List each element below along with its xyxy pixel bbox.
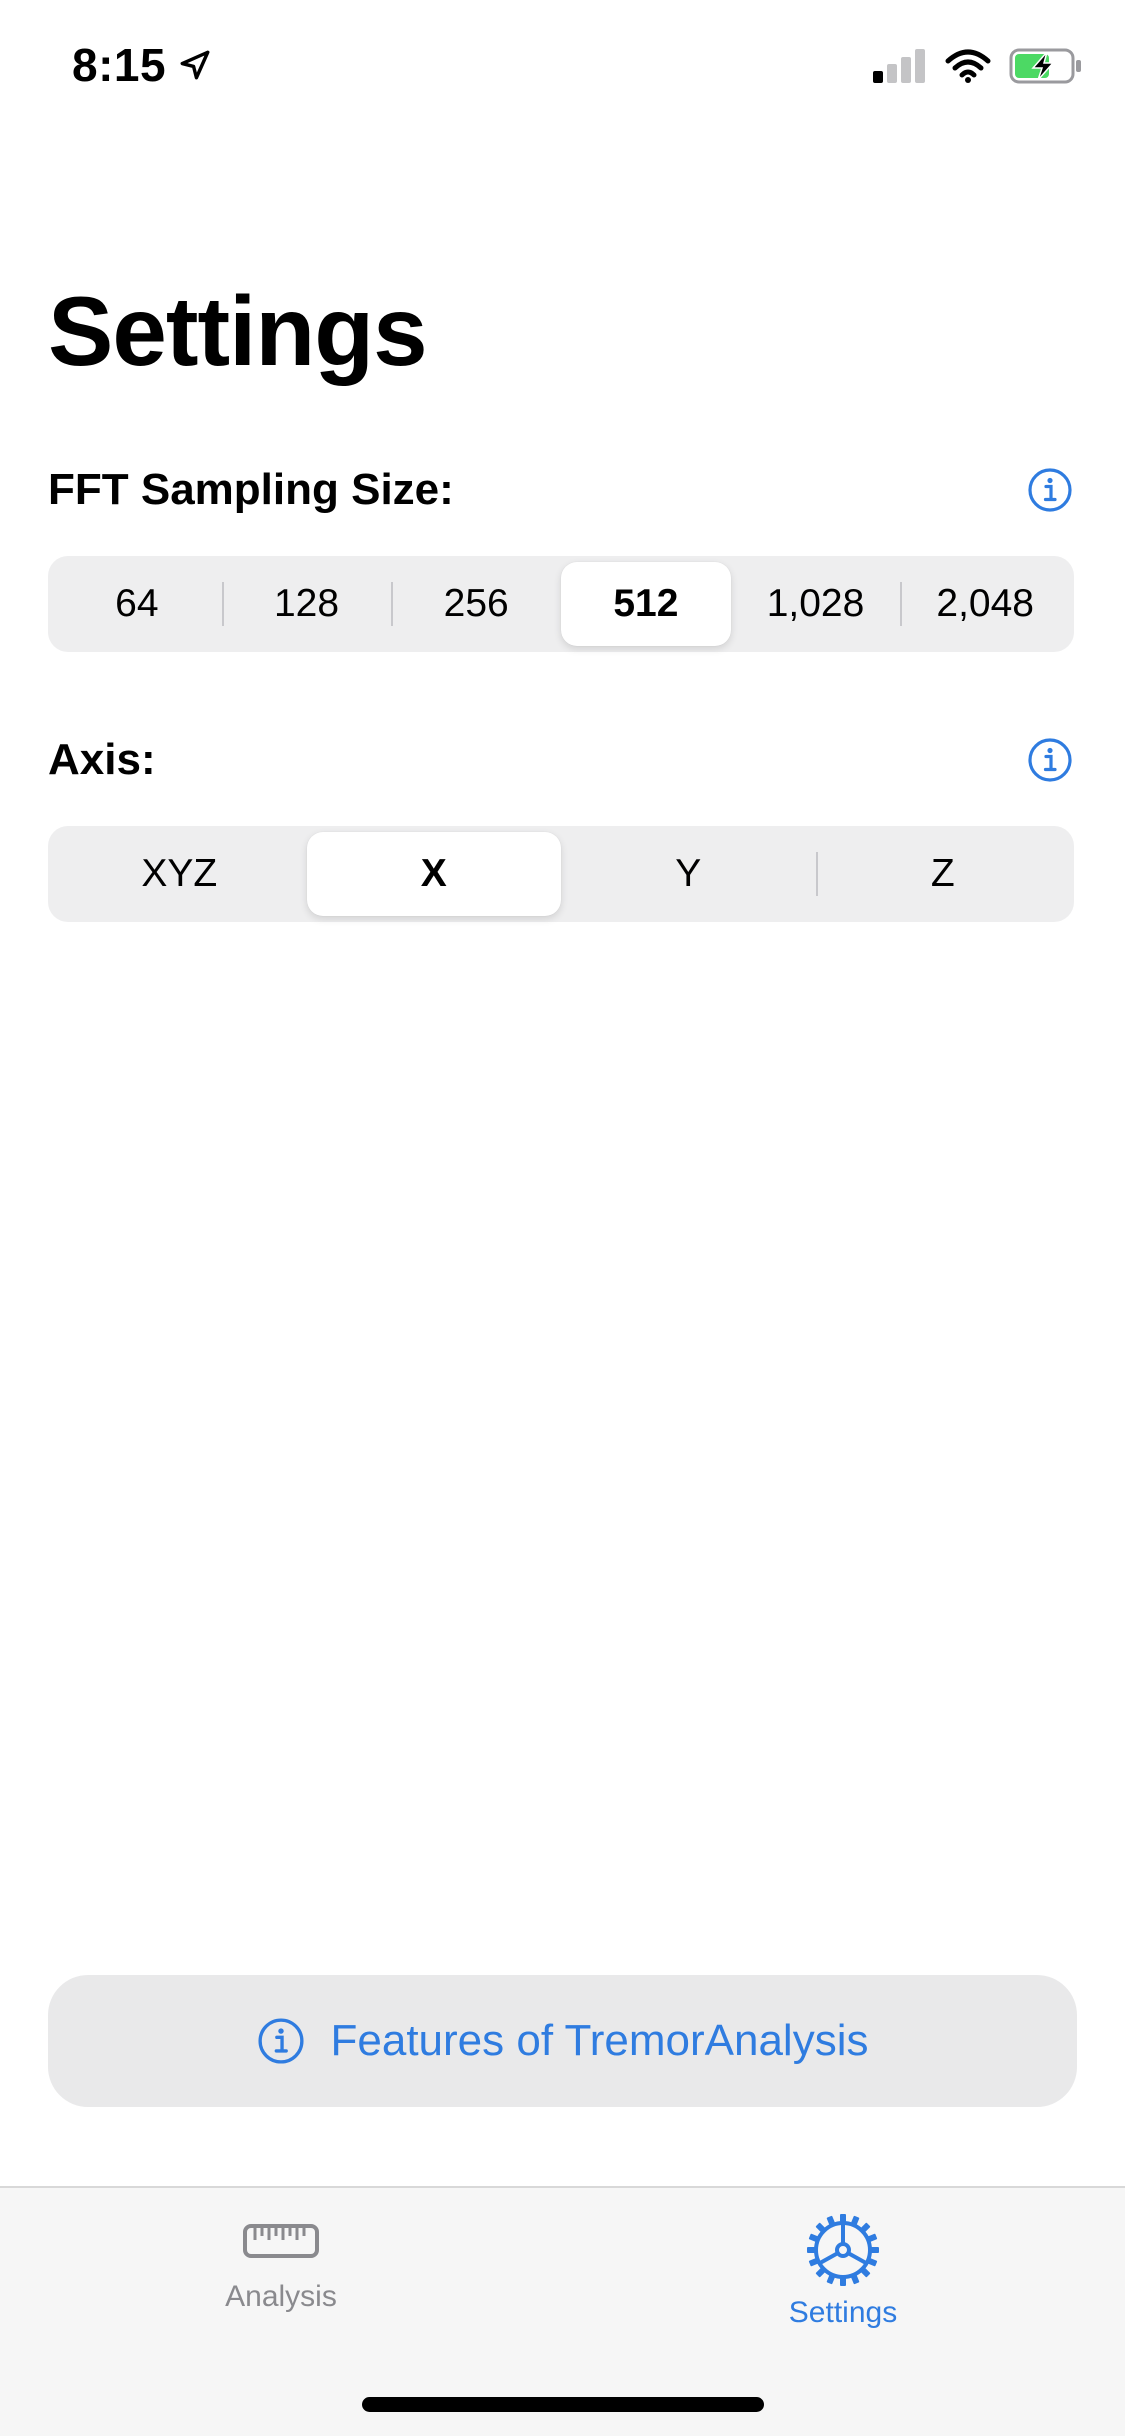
fft-option-128[interactable]: 128 [221, 562, 392, 646]
gear-icon [807, 2214, 879, 2286]
status-icons [873, 48, 1083, 84]
status-time-group: 8:15 [72, 38, 212, 92]
features-button[interactable]: Features of TremorAnalysis [48, 1975, 1077, 2107]
page-title: Settings [48, 276, 428, 386]
info-icon [1028, 738, 1072, 782]
fft-option-256[interactable]: 256 [391, 562, 561, 646]
wifi-icon [945, 49, 991, 83]
tab-analysis-label: Analysis [225, 2280, 337, 2313]
tab-settings[interactable]: Settings [693, 2212, 993, 2330]
fft-option-512[interactable]: 512 [561, 562, 731, 646]
axis-info-button[interactable] [1026, 736, 1074, 784]
fft-section-label: FFT Sampling Size: [48, 465, 454, 514]
info-icon [257, 2018, 304, 2064]
fft-option-1028[interactable]: 1,028 [731, 562, 901, 646]
axis-section-header: Axis: [48, 735, 1074, 785]
axis-option-x[interactable]: X [306, 832, 561, 916]
fft-section-header: FFT Sampling Size: [48, 465, 1074, 515]
axis-control: XYZ X Y Z [48, 826, 1074, 922]
axis-option-xyz[interactable]: XYZ [52, 832, 307, 916]
axis-section-label: Axis: [48, 735, 156, 784]
fft-info-button[interactable] [1026, 466, 1074, 514]
location-arrow-icon [180, 50, 210, 80]
tab-analysis[interactable]: Analysis [131, 2212, 431, 2314]
status-time: 8:15 [72, 39, 167, 91]
info-icon [1028, 468, 1072, 512]
battery-charging-icon [1009, 48, 1081, 84]
axis-option-z[interactable]: Z [815, 832, 1071, 916]
settings-screen: 8:15 Settings FFT Sampling Size: 64 128 … [0, 0, 1125, 2436]
ruler-icon [243, 2224, 319, 2258]
fft-option-2048[interactable]: 2,048 [900, 562, 1070, 646]
cellular-signal-icon [873, 49, 925, 83]
axis-option-y[interactable]: Y [561, 832, 816, 916]
tab-settings-label: Settings [788, 2296, 898, 2329]
features-button-label: Features of TremorAnalysis [330, 2016, 869, 2065]
home-indicator [362, 2397, 764, 2412]
fft-option-64[interactable]: 64 [52, 562, 222, 646]
status-bar: 8:15 [0, 0, 1125, 135]
fft-sampling-size-control: 64 128 256 512 1,028 2,048 [48, 556, 1074, 652]
